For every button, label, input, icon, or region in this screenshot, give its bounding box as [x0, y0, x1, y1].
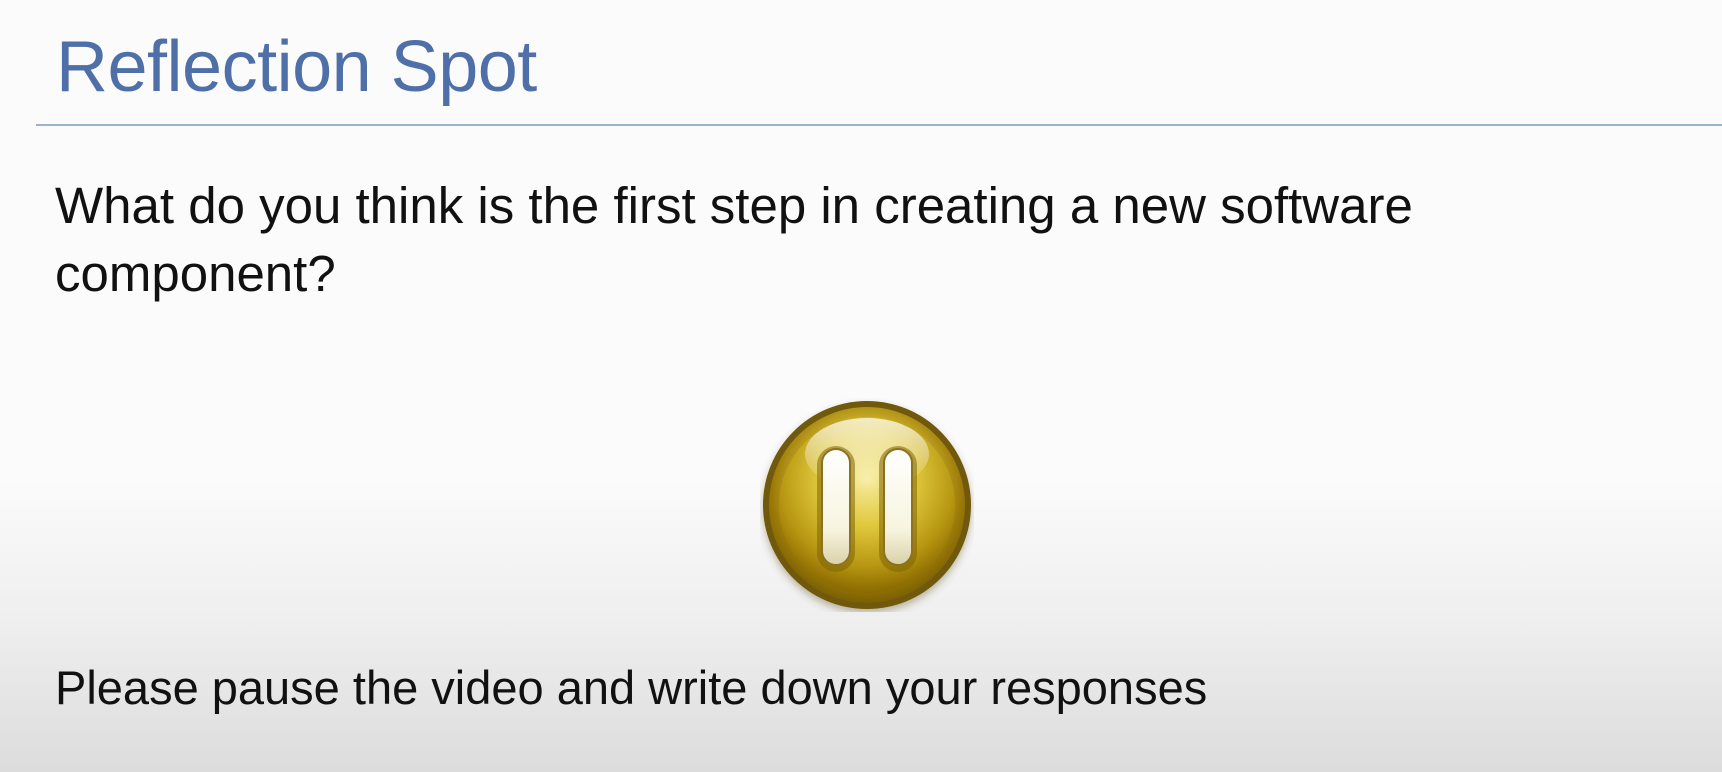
slide-title: Reflection Spot: [56, 27, 537, 107]
reflection-slide: Reflection Spot What do you think is the…: [0, 0, 1722, 772]
pause-instruction: Please pause the video and write down yo…: [55, 661, 1208, 714]
pause-button[interactable]: [760, 398, 974, 612]
pause-icon: [763, 401, 971, 609]
title-divider: [36, 124, 1722, 126]
reflection-question: What do you think is the first step in c…: [55, 177, 1413, 302]
